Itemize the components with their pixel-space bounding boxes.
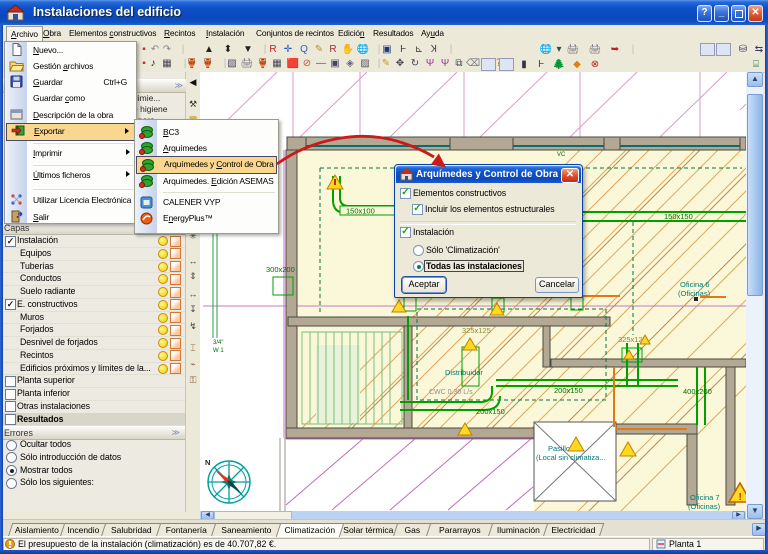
svg-text:300x200: 300x200: [266, 265, 295, 274]
svg-text:Distribuidor: Distribuidor: [445, 368, 483, 377]
svg-text:325x125: 325x125: [462, 326, 491, 335]
svg-text:Oficina 6: Oficina 6: [680, 280, 710, 289]
svg-text:3/4": 3/4": [213, 340, 223, 346]
svg-text:!: !: [739, 492, 742, 503]
svg-text:VC: VC: [557, 152, 566, 158]
svg-text:150x150: 150x150: [664, 212, 693, 221]
svg-text:Pasillo: Pasillo: [548, 444, 570, 453]
svg-text:(Local sin climatiza...: (Local sin climatiza...: [536, 453, 606, 462]
svg-text:150x100: 150x100: [346, 207, 375, 216]
svg-text:Oficina 7: Oficina 7: [690, 493, 720, 502]
svg-text:200x150: 200x150: [554, 386, 583, 395]
svg-text:(Oficinas): (Oficinas): [688, 502, 721, 511]
svg-text:W 1: W 1: [213, 348, 224, 354]
svg-text:200x150: 200x150: [476, 407, 505, 416]
svg-text:N: N: [205, 458, 210, 467]
svg-text:CWC 0.30 L/s: CWC 0.30 L/s: [429, 389, 473, 396]
svg-text:400x200: 400x200: [683, 387, 712, 396]
